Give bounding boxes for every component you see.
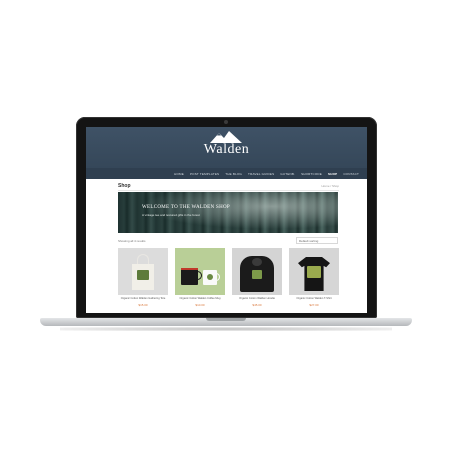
banner-subtitle: A vintage tee and textured gifts in the … — [142, 213, 200, 217]
shop-banner: WELCOME TO THE WALDEN SHOP A vintage tee… — [118, 192, 338, 233]
product-price: $10.00 — [195, 303, 205, 307]
product-name[interactable]: Organic Cotton Walden Hoodie — [232, 297, 282, 300]
product-image-mug[interactable] — [175, 248, 225, 295]
nav-item-contact[interactable]: CONTACT — [343, 172, 359, 176]
nav-item-post-templates[interactable]: POST TEMPLATES — [190, 172, 219, 176]
results-count: Showing all 4 results — [118, 239, 146, 243]
product-image-hoodie[interactable] — [232, 248, 282, 295]
product-price: $27.00 — [309, 303, 319, 307]
breadcrumb[interactable]: Home / Shop — [321, 184, 339, 188]
nav-item-the-blog[interactable]: THE BLOG — [225, 172, 242, 176]
page-title: Shop — [118, 183, 131, 189]
sort-select[interactable]: Default sorting — [296, 237, 338, 244]
site-title[interactable]: Walden — [86, 142, 367, 158]
product-price: $15.00 — [138, 303, 148, 307]
product-card[interactable]: Organic Cotton Walden Gathering Tote $15… — [118, 248, 168, 308]
laptop-base — [40, 318, 412, 326]
nav-item-shortcode[interactable]: SHORTCODE — [301, 172, 322, 176]
product-image-tshirt[interactable] — [289, 248, 339, 295]
product-card[interactable]: Organic Cotton Walden Coffee Mug $10.00 — [175, 248, 225, 308]
laptop-lid: Walden HOME POST TEMPLATES THE BLOG TRAV… — [76, 117, 377, 318]
product-name[interactable]: Organic Cotton Walden Coffee Mug — [175, 297, 225, 300]
nav-item-travel-guides[interactable]: TRAVEL GUIDES — [248, 172, 274, 176]
divider — [118, 190, 339, 191]
product-name[interactable]: Organic Cotton Walden T-Shirt — [289, 297, 339, 300]
laptop-shadow — [60, 327, 392, 331]
product-grid: Organic Cotton Walden Gathering Tote $15… — [118, 248, 339, 308]
product-card[interactable]: Organic Cotton Walden T-Shirt $27.00 — [289, 248, 339, 308]
product-name[interactable]: Organic Cotton Walden Gathering Tote — [118, 297, 168, 300]
product-image-tote[interactable] — [118, 248, 168, 295]
main-nav: HOME POST TEMPLATES THE BLOG TRAVEL GUID… — [86, 168, 367, 179]
nav-item-gutenberg[interactable]: GUTENB. — [280, 172, 295, 176]
banner-title: WELCOME TO THE WALDEN SHOP — [142, 205, 230, 210]
laptop-screen: Walden HOME POST TEMPLATES THE BLOG TRAV… — [86, 127, 367, 313]
laptop-notch — [206, 318, 246, 321]
webcam-icon — [224, 120, 228, 124]
nav-item-home[interactable]: HOME — [174, 172, 184, 176]
product-price: $45.00 — [252, 303, 262, 307]
site-header: Walden — [86, 127, 367, 168]
nav-item-shop[interactable]: SHOP — [328, 172, 337, 176]
product-card[interactable]: Organic Cotton Walden Hoodie $45.00 — [232, 248, 282, 308]
